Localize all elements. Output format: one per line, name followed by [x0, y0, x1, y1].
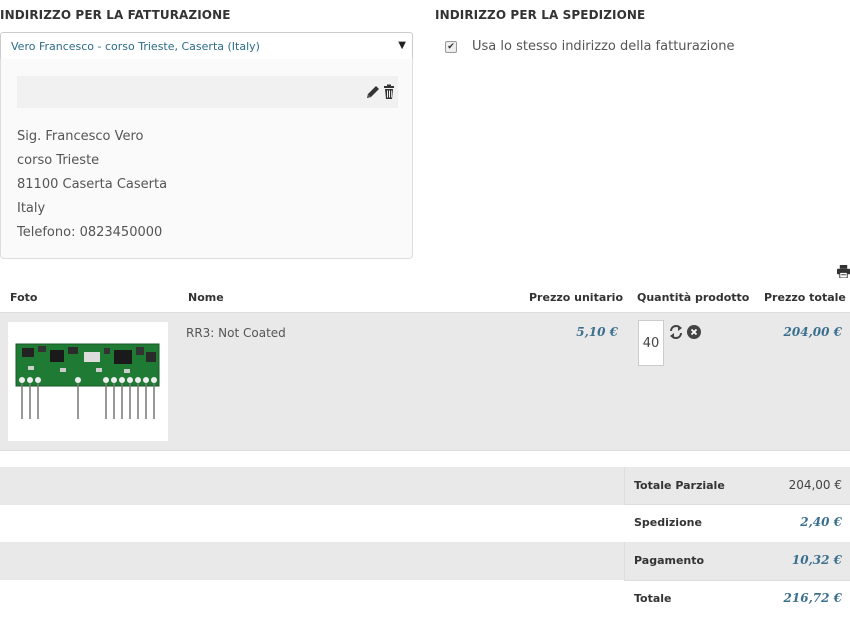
payment-cost-label: Pagamento	[634, 554, 705, 567]
shipping-cost-label: Spedizione	[634, 516, 702, 529]
address-line-city: 81100 Caserta Caserta	[17, 177, 168, 192]
billing-address-title: INDIRIZZO PER LA FATTURAZIONE	[0, 8, 231, 22]
totals-row-payment	[0, 542, 850, 580]
printer-icon[interactable]	[837, 265, 850, 278]
product-name[interactable]: RR3: Not Coated	[186, 326, 286, 340]
rf-module-image	[15, 343, 160, 419]
subtotal-value: 204,00 €	[788, 478, 842, 492]
billing-address-select[interactable]: Vero Francesco - corso Trieste, Caserta …	[0, 32, 413, 60]
billing-address-selected: Vero Francesco - corso Trieste, Caserta …	[11, 40, 260, 53]
refresh-icon[interactable]	[669, 325, 683, 339]
same-address-label: Usa lo stesso indirizzo della fatturazio…	[472, 39, 735, 54]
address-toolbar	[17, 76, 398, 108]
address-line-country: Italy	[17, 201, 46, 216]
remove-icon[interactable]	[687, 325, 701, 339]
totals-divider	[624, 504, 850, 505]
col-header-name: Nome	[188, 291, 224, 304]
shipping-cost-value: 2,40 €	[800, 515, 842, 529]
trash-icon[interactable]	[381, 84, 397, 100]
totals-divider	[624, 580, 850, 581]
shipping-address-title: INDIRIZZO PER LA SPEDIZIONE	[435, 8, 646, 22]
address-line-street: corso Trieste	[17, 153, 100, 168]
dropdown-arrow-icon: ▼	[398, 40, 406, 51]
product-photo[interactable]	[8, 322, 168, 441]
address-line-name: Sig. Francesco Vero	[17, 129, 144, 144]
pencil-icon[interactable]	[365, 84, 381, 100]
grand-total-value: 216,72 €	[783, 591, 842, 605]
payment-cost-value: 10,32 €	[791, 553, 842, 567]
billing-address-panel: Sig. Francesco Vero corso Trieste 81100 …	[0, 59, 413, 259]
same-address-checkbox[interactable]: ✔	[445, 40, 457, 53]
subtotal-label: Totale Parziale	[634, 479, 725, 492]
product-total-price: 204,00 €	[783, 325, 842, 339]
col-header-photo: Foto	[10, 291, 38, 304]
col-header-total-price: Prezzo totale	[764, 291, 846, 304]
billing-address-lines: Sig. Francesco Vero corso Trieste 81100 …	[17, 125, 167, 245]
table-row: RR3: Not Coated 5,10 € 40 204,00 €	[0, 313, 850, 451]
col-header-quantity: Quantità prodotto	[637, 291, 750, 304]
col-header-unit-price: Prezzo unitario	[529, 291, 624, 304]
quantity-input[interactable]: 40	[638, 320, 664, 366]
grand-total-label: Totale	[634, 592, 672, 605]
product-unit-price: 5,10 €	[576, 325, 618, 339]
address-line-phone: Telefono: 0823450000	[17, 225, 163, 240]
same-address-option[interactable]: ✔ Usa lo stesso indirizzo della fatturaz…	[445, 39, 734, 54]
